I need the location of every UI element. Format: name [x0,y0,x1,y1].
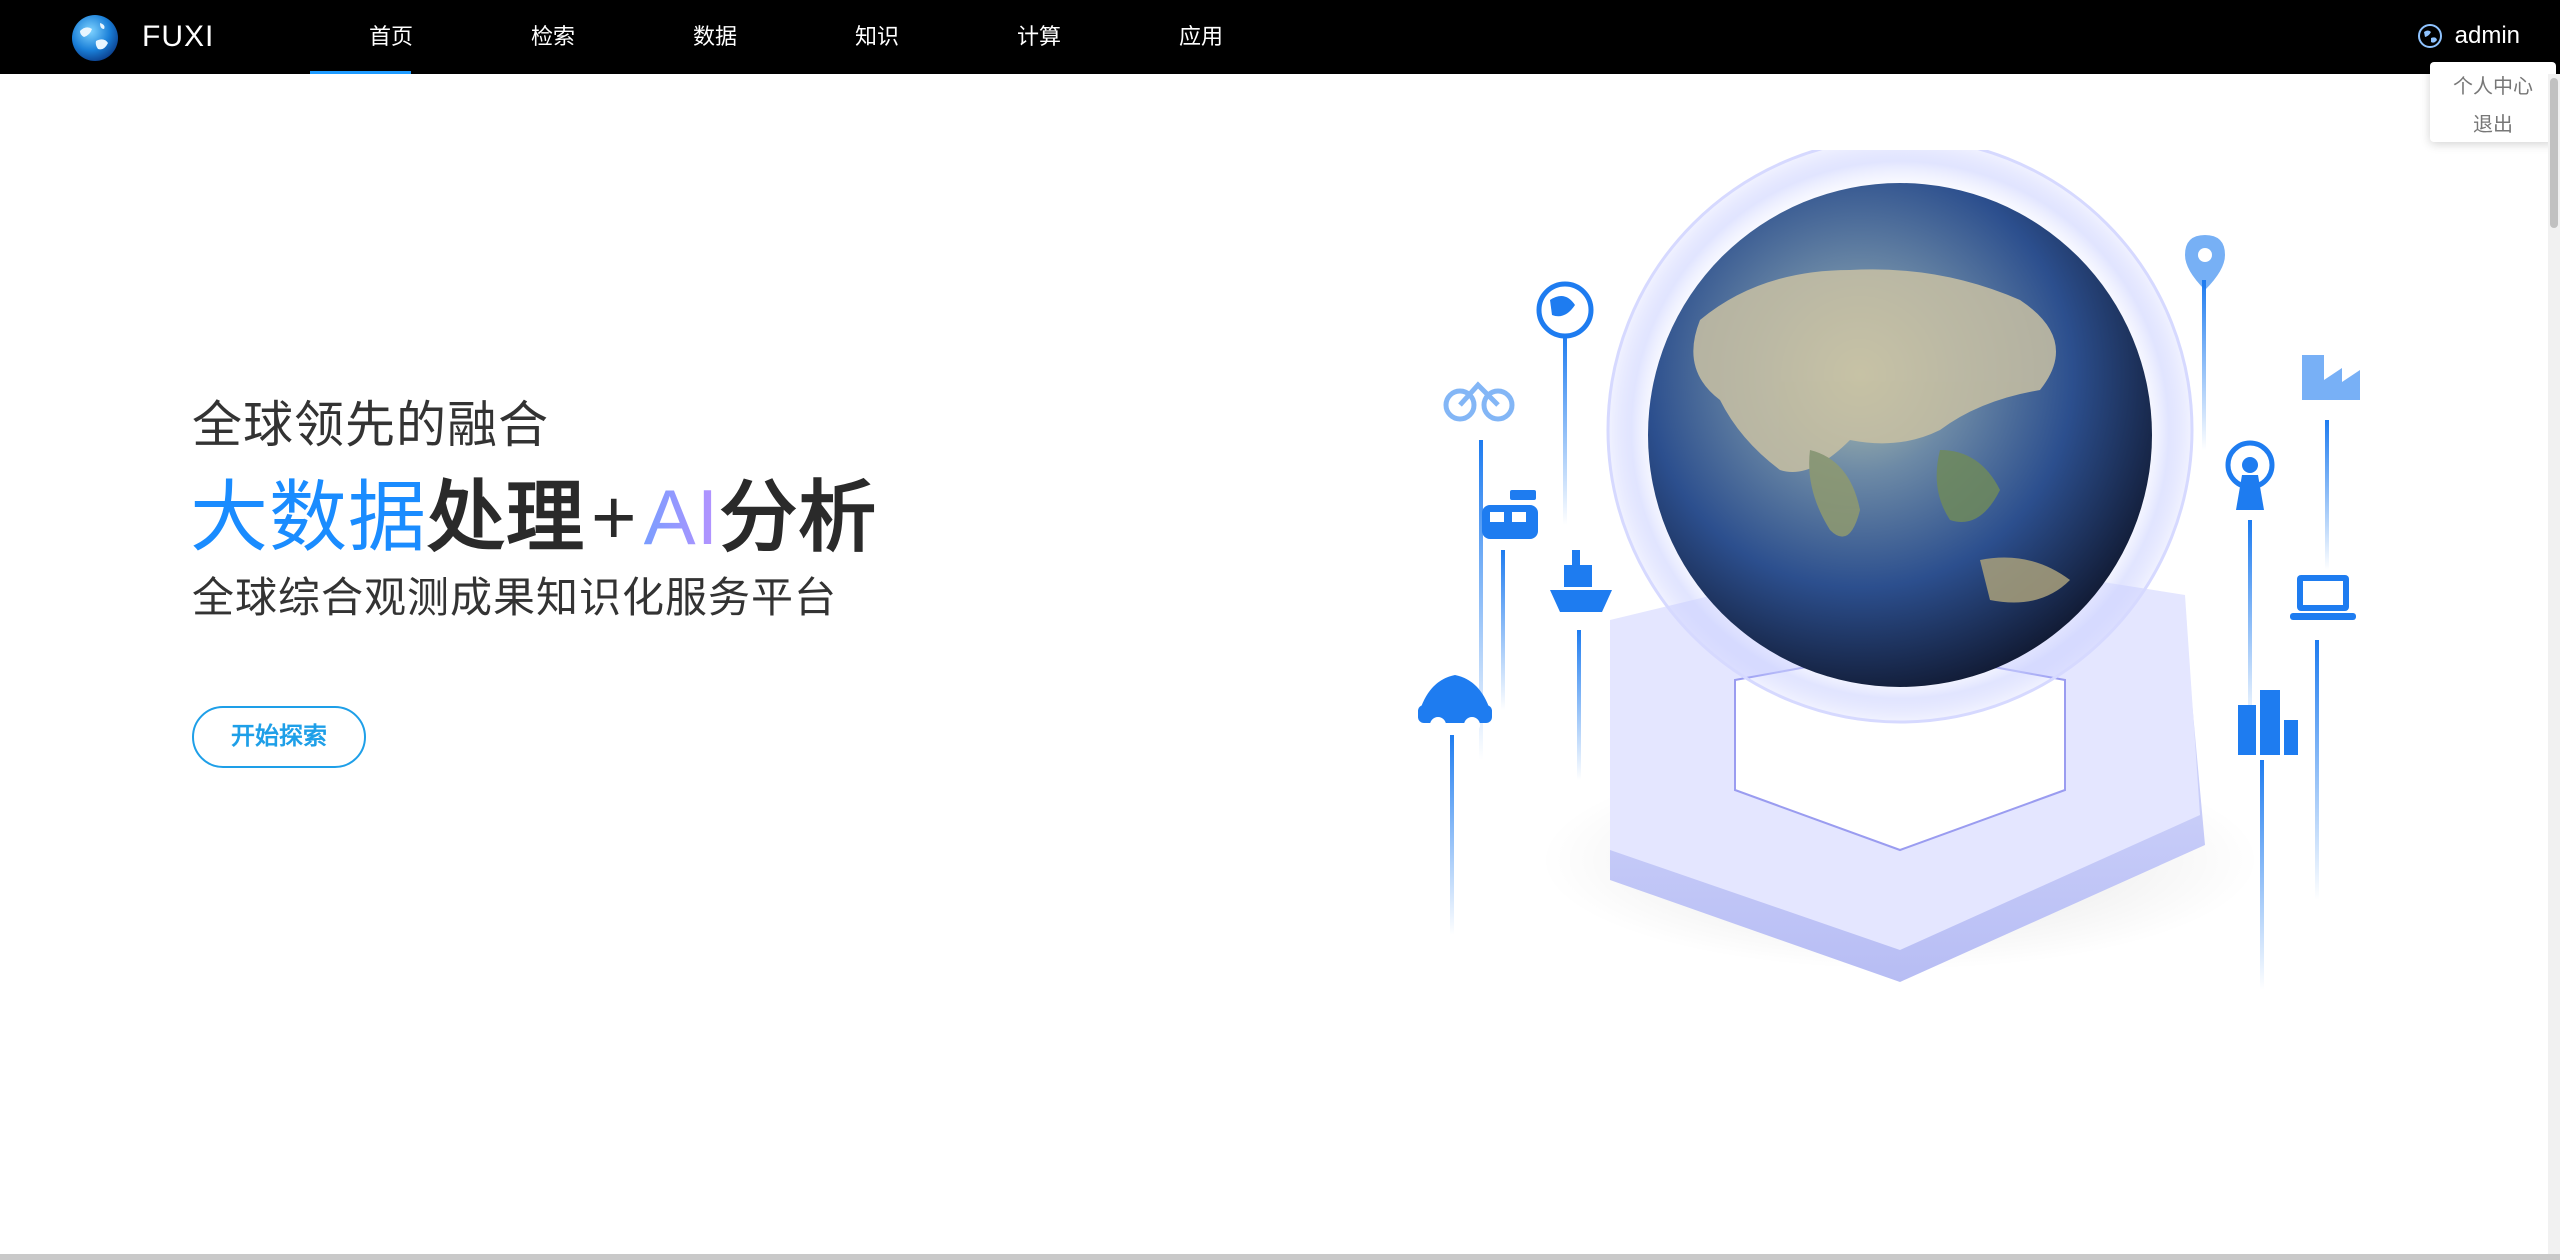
bicycle-icon [1443,381,1515,422]
globe-plane-icon [1536,281,1594,339]
headline-part-analysis: 分析 [719,473,878,561]
hero-subtitle: 全球综合观测成果知识化服务平台 [192,574,838,621]
vertical-scrollbar-thumb[interactable] [2550,78,2558,228]
vertical-scrollbar[interactable] [2548,74,2560,1256]
factory-icon [2302,355,2360,400]
user-dropdown-menu: 个人中心 退出 [2430,62,2556,142]
nav-item-data[interactable]: 数据 [634,0,796,74]
hero-tagline: 全球领先的融合 [192,397,549,453]
hero-headline: 大数据处理+AI分析 [190,455,877,567]
user-globe-icon [2417,24,2442,48]
menu-item-logout[interactable]: 退出 [2430,106,2556,144]
start-explore-button[interactable]: 开始探索 [192,706,366,768]
headline-part-ai: AI [643,473,720,561]
brand-name: FUXI [142,20,215,53]
globe-logo-icon[interactable] [70,13,120,63]
user-menu-trigger[interactable]: admin [2417,22,2520,50]
username: admin [2454,22,2520,49]
horizontal-scrollbar[interactable] [0,1254,2560,1260]
buildings-icon [2238,690,2298,755]
earth-illustration [1418,150,2360,990]
laptop-icon [2290,575,2356,620]
train-icon [1482,490,1538,539]
headline-part-process: 处理 [427,473,586,561]
page: FUXI 首页 检索 数据 知识 计算 应用 admin 个人中心 退出 全球领… [0,0,2560,1260]
nav-item-compute[interactable]: 计算 [958,0,1120,74]
nav-item-apps[interactable]: 应用 [1120,0,1282,74]
nav-item-home[interactable]: 首页 [310,0,472,74]
main-nav: 首页 检索 数据 知识 计算 应用 [310,0,1282,74]
headline-part-bigdata: 大数据 [190,473,428,561]
headline-plus: + [591,473,638,561]
menu-item-profile[interactable]: 个人中心 [2430,68,2556,106]
top-navigation-bar: FUXI 首页 检索 数据 知识 计算 应用 admin [0,0,2560,74]
nav-item-knowledge[interactable]: 知识 [796,0,958,74]
nav-item-search[interactable]: 检索 [472,0,634,74]
ship-icon [1550,550,1612,612]
location-pin-icon [2185,235,2225,290]
radio-tower-icon [2225,440,2275,510]
